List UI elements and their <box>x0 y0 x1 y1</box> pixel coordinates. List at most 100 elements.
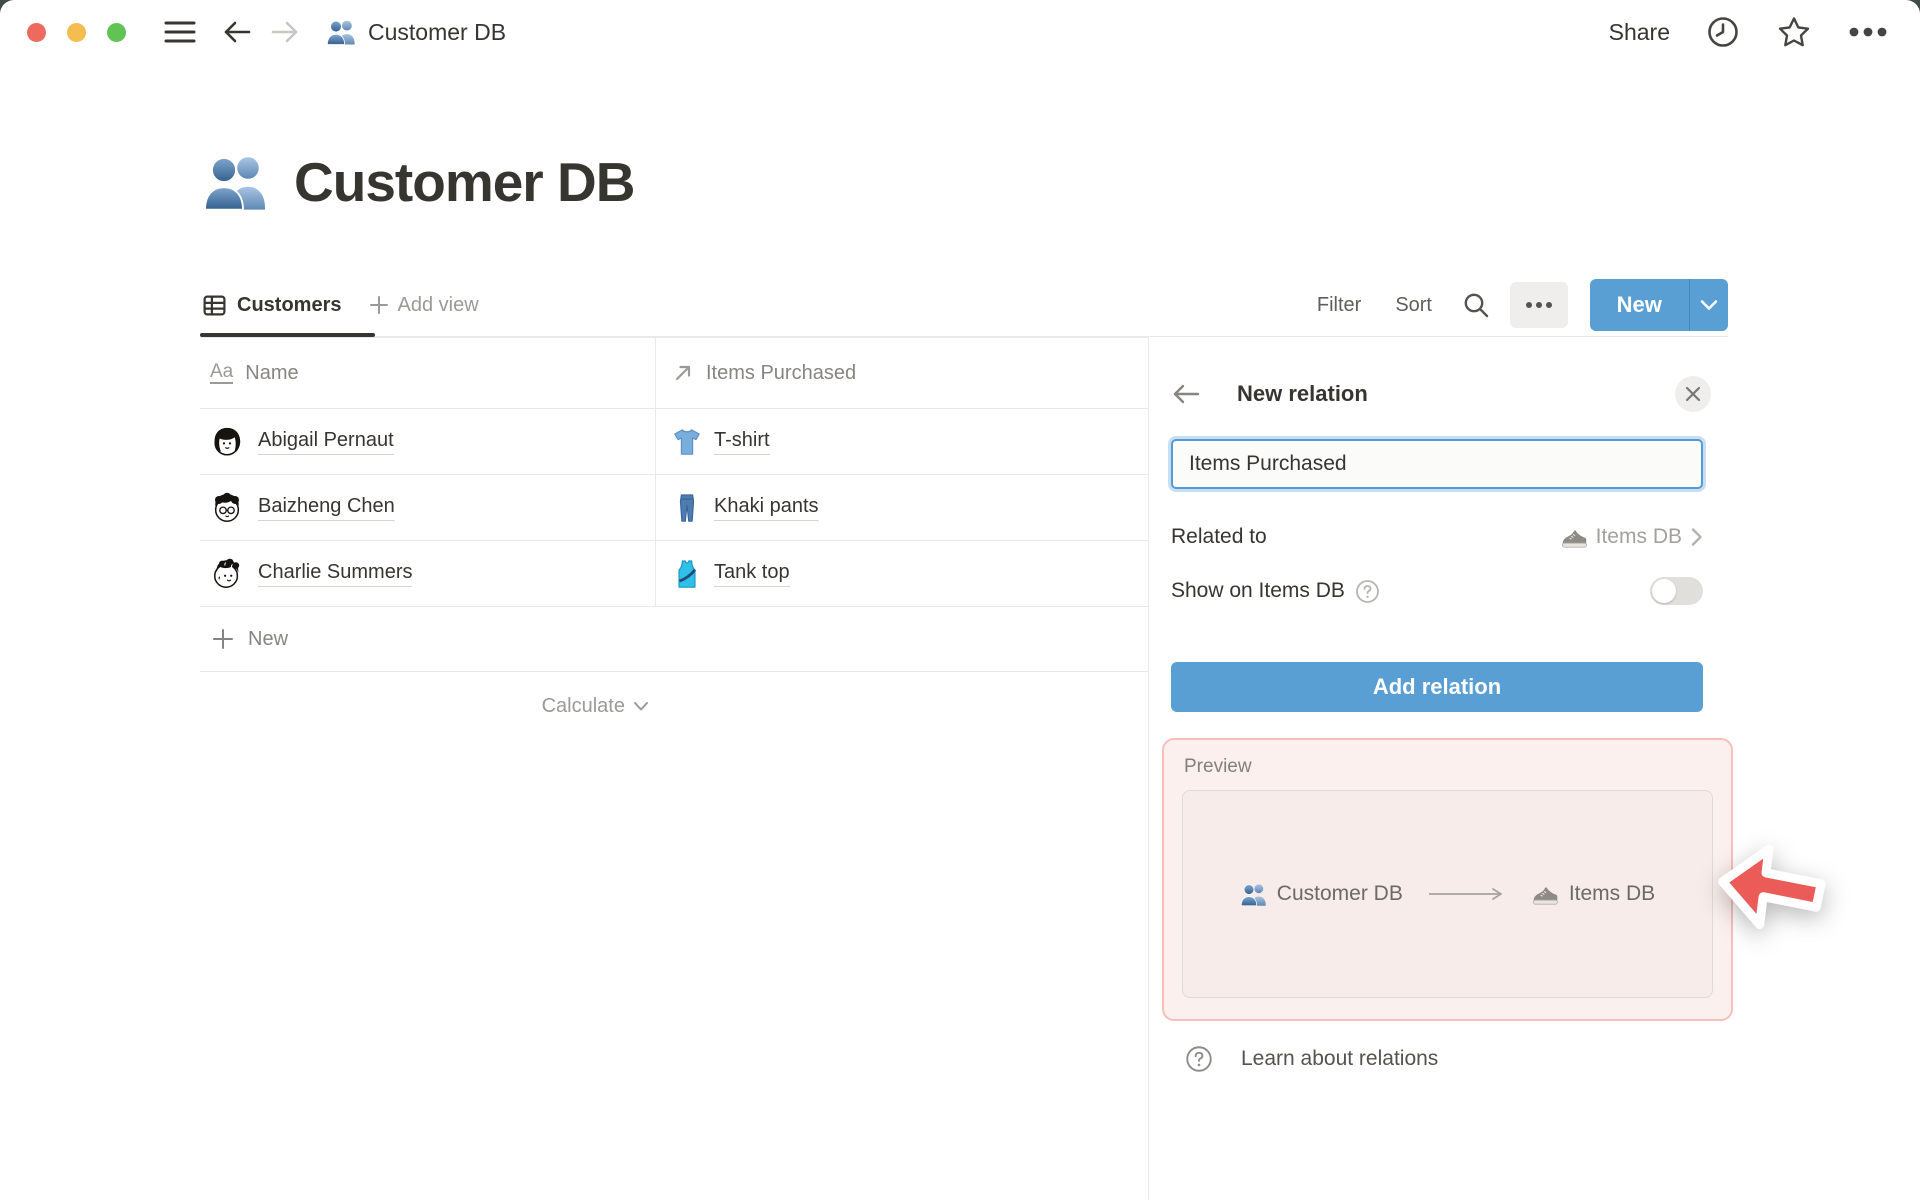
items-cell[interactable]: Khaki pants <box>655 475 1148 540</box>
tab-customers-label: Customers <box>237 293 342 316</box>
panel-title: New relation <box>1237 381 1368 406</box>
new-record-label: New <box>1616 292 1662 317</box>
show-on-label: Show on Items DB <box>1171 579 1345 602</box>
tab-customers[interactable]: Customers <box>200 293 347 318</box>
new-record-dropdown[interactable] <box>1690 279 1728 331</box>
back-arrow-icon[interactable] <box>222 18 252 46</box>
name-cell[interactable]: Abigail Pernaut <box>200 409 655 474</box>
view-options-button[interactable] <box>1510 282 1568 328</box>
preview-highlight-box: Preview Customer DB Items DB <box>1162 738 1733 1021</box>
chevron-right-icon <box>1691 528 1702 546</box>
active-tab-underline <box>200 333 375 337</box>
add-view-button[interactable]: Add view <box>369 293 479 317</box>
plus-icon <box>370 296 389 314</box>
panel-back-icon[interactable] <box>1171 382 1201 406</box>
forward-arrow-icon[interactable] <box>270 18 300 46</box>
chevron-down-icon <box>634 701 648 710</box>
calculate-label: Calculate <box>541 694 625 717</box>
table-header-row: Aa Name Items Purchased <box>200 338 1148 409</box>
learn-label: Learn about relations <box>1241 1047 1439 1070</box>
learn-about-relations-link[interactable]: Learn about relations <box>1185 1037 1438 1081</box>
items-cell[interactable]: Tank top <box>655 541 1148 606</box>
related-to-row[interactable]: Related to Items DB <box>1171 515 1703 559</box>
calculate-button[interactable]: Calculate <box>200 672 655 740</box>
plus-icon <box>213 629 233 649</box>
abigail-avatar <box>214 427 241 456</box>
related-db-name: Items DB <box>1595 525 1682 548</box>
sneaker-icon <box>1561 529 1587 548</box>
customers-table: Aa Name Items Purchased Abigail Pernaut <box>200 338 1148 740</box>
preview-source-label: Customer DB <box>1276 882 1403 905</box>
people-icon <box>1240 883 1266 906</box>
item-link[interactable]: Tank top <box>714 561 790 587</box>
toggle-knob <box>1652 579 1676 603</box>
preview-target-label: Items DB <box>1568 882 1656 905</box>
sort-button[interactable]: Sort <box>1395 294 1432 317</box>
favorite-star-icon[interactable] <box>1776 15 1812 49</box>
close-icon[interactable] <box>1675 376 1711 412</box>
long-right-arrow-icon <box>1428 888 1502 900</box>
name-cell[interactable]: Baizheng Chen <box>200 475 655 540</box>
relation-arrow-icon <box>675 365 691 381</box>
updates-clock-icon[interactable] <box>1706 15 1740 49</box>
close-window-button[interactable] <box>27 22 46 42</box>
sidebar-menu-icon[interactable] <box>164 19 196 45</box>
relation-preview-diagram: Customer DB Items DB <box>1182 790 1713 998</box>
charlie-avatar <box>213 558 240 588</box>
table-row: Baizheng Chen Khaki pants <box>200 475 1148 541</box>
column-items-label: Items Purchased <box>706 361 857 384</box>
titlebar: Customer DB Share <box>0 0 1920 64</box>
preview-source-entity: Customer DB <box>1240 882 1403 907</box>
pants-icon <box>679 493 695 522</box>
zoom-window-button[interactable] <box>107 22 126 42</box>
show-on-toggle[interactable] <box>1650 577 1703 605</box>
traffic-lights <box>27 22 126 42</box>
filter-button[interactable]: Filter <box>1317 294 1361 317</box>
column-header-name[interactable]: Aa Name <box>200 338 655 408</box>
ellipsis-icon <box>1526 302 1552 308</box>
show-on-row: Show on Items DB <box>1171 569 1703 613</box>
notion-window: Customer DB Share Customer DB Customers <box>0 0 1920 1200</box>
people-icon <box>326 18 356 46</box>
title-property-icon: Aa <box>210 361 234 385</box>
new-record-button[interactable]: New <box>1590 279 1728 331</box>
preview-label: Preview <box>1184 756 1252 777</box>
people-icon <box>202 151 268 213</box>
new-relation-panel: New relation Related to Items DB Show on… <box>1148 337 1920 1200</box>
relation-name-input[interactable] <box>1171 439 1703 489</box>
items-cell[interactable]: T-shirt <box>655 409 1148 474</box>
add-relation-button[interactable]: Add relation <box>1171 662 1703 712</box>
view-toolbar: Customers Add view Filter Sort New <box>200 276 1728 334</box>
table-row: Charlie Summers Tank top <box>200 541 1148 607</box>
add-view-label: Add view <box>397 293 479 316</box>
page-header: Customer DB <box>202 150 635 214</box>
chevron-down-icon <box>1700 300 1718 310</box>
annotation-arrow-icon <box>1718 844 1826 930</box>
help-question-icon <box>1186 1046 1212 1072</box>
tshirt-icon <box>674 428 700 455</box>
share-button[interactable]: Share <box>1609 19 1670 46</box>
related-to-value: Items DB <box>1560 524 1703 550</box>
new-row-label: New <box>248 627 289 650</box>
preview-target-entity: Items DB <box>1531 881 1655 907</box>
help-question-icon[interactable] <box>1355 579 1380 604</box>
customer-name-link[interactable]: Baizheng Chen <box>258 495 395 521</box>
item-link[interactable]: Khaki pants <box>714 495 819 521</box>
related-to-label: Related to <box>1171 525 1267 548</box>
search-icon[interactable] <box>1462 291 1490 319</box>
table-row: Abigail Pernaut T-shirt <box>200 409 1148 475</box>
table-view-icon <box>203 295 226 315</box>
minimize-window-button[interactable] <box>67 22 86 42</box>
item-link[interactable]: T-shirt <box>714 429 770 455</box>
window-title: Customer DB <box>368 18 507 45</box>
column-header-items-purchased[interactable]: Items Purchased <box>655 338 1148 408</box>
customer-name-link[interactable]: Abigail Pernaut <box>258 429 394 455</box>
more-options-icon[interactable] <box>1848 26 1888 38</box>
new-row-button[interactable]: New <box>200 607 1148 672</box>
panel-header: New relation <box>1171 373 1711 415</box>
baizheng-avatar <box>214 492 240 522</box>
customer-name-link[interactable]: Charlie Summers <box>258 561 413 587</box>
name-cell[interactable]: Charlie Summers <box>200 541 655 606</box>
sneaker-icon <box>1532 886 1558 905</box>
tanktop-icon <box>678 559 697 588</box>
